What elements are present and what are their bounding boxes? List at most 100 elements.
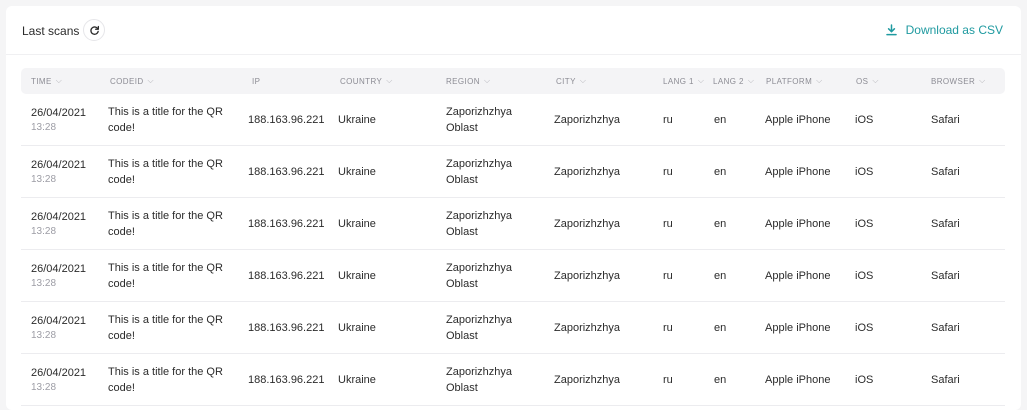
platform-cell: Apple iPhone bbox=[765, 373, 831, 386]
region-cell: Zaporizhzhya Oblast bbox=[446, 313, 513, 342]
table-row[interactable]: 26/04/2021 13:28 This is a title for the Q… bbox=[21, 146, 1005, 198]
codeid-cell: This is a title for the QR code! bbox=[108, 313, 223, 342]
codeid-cell: This is a title for the QR code! bbox=[108, 105, 223, 134]
download-csv-label: Download as CSV bbox=[905, 23, 1003, 37]
column-header-label: LANG 1 bbox=[663, 76, 694, 86]
region-cell: Zaporizhzhya Oblast bbox=[446, 365, 513, 394]
platform-cell: Apple iPhone bbox=[765, 321, 831, 334]
chevron-down-icon: ⌵ bbox=[579, 76, 587, 85]
browser-cell: Safari bbox=[931, 165, 960, 178]
ip-cell: 188.163.96.221 bbox=[248, 269, 325, 282]
column-header-label: OS bbox=[856, 76, 869, 86]
browser-cell: Safari bbox=[931, 217, 960, 230]
time-cell: 26/04/2021 13:28 bbox=[31, 198, 101, 249]
codeid-cell: This is a title for the QR code! bbox=[108, 157, 223, 186]
table-row[interactable]: 26/04/2021 13:28 This is a title for the Q… bbox=[21, 250, 1005, 302]
region-cell: Zaporizhzhya Oblast bbox=[446, 157, 513, 186]
browser-cell: Safari bbox=[931, 113, 960, 126]
os-cell: iOS bbox=[855, 165, 874, 178]
browser-cell: Safari bbox=[931, 321, 960, 334]
ip-cell: 188.163.96.221 bbox=[248, 113, 325, 126]
codeid-cell: This is a title for the QR code! bbox=[108, 365, 223, 394]
column-header-lang1[interactable]: LANG 1 ⌵ bbox=[663, 68, 704, 94]
ip-cell: 188.163.96.221 bbox=[248, 321, 325, 334]
table-row[interactable]: 26/04/2021 13:28 This is a title for the Q… bbox=[21, 302, 1005, 354]
ip-cell: 188.163.96.221 bbox=[248, 217, 325, 230]
table-row[interactable]: 26/04/2021 13:28 This is a title for the Q… bbox=[21, 94, 1005, 146]
chevron-down-icon: ⌵ bbox=[386, 76, 393, 85]
lang2-cell: en bbox=[714, 321, 727, 334]
refresh-icon bbox=[89, 25, 99, 35]
city-cell: Zaporizhzhya bbox=[554, 373, 621, 386]
column-header-label: TIME bbox=[31, 76, 52, 86]
column-header-label: LANG 2 bbox=[713, 76, 744, 86]
chevron-down-icon: ⌵ bbox=[816, 76, 823, 85]
table-row[interactable]: 26/04/2021 13:28 This is a title for the Q… bbox=[21, 198, 1005, 250]
os-cell: iOS bbox=[855, 113, 874, 126]
platform-cell: Apple iPhone bbox=[765, 165, 831, 178]
city-cell: Zaporizhzhya bbox=[554, 269, 621, 282]
column-header-label: IP bbox=[252, 76, 261, 86]
lang1-cell: ru bbox=[663, 165, 673, 178]
lang2-cell: en bbox=[714, 269, 727, 282]
country-cell: Ukraine bbox=[338, 373, 376, 386]
lang2-cell: en bbox=[714, 217, 727, 230]
platform-cell: Apple iPhone bbox=[765, 269, 831, 282]
chevron-down-icon: ⌵ bbox=[747, 76, 755, 85]
time-cell: 26/04/2021 13:28 bbox=[31, 94, 101, 145]
lang1-cell: ru bbox=[663, 373, 673, 386]
lang2-cell: en bbox=[714, 373, 727, 386]
lang1-cell: ru bbox=[663, 113, 673, 126]
column-header-city[interactable]: CITY ⌵ bbox=[556, 68, 586, 94]
scan-time: 13:28 bbox=[31, 173, 57, 185]
column-header-os[interactable]: OS ⌵ bbox=[856, 68, 879, 94]
column-header-country[interactable]: COUNTRY ⌵ bbox=[340, 68, 393, 94]
table-header: TIME ⌵ CODEID ⌵ IP COUNTRY ⌵ REGION ⌵ CITY ⌵ LANG 1… bbox=[21, 68, 1005, 94]
download-icon bbox=[885, 24, 897, 36]
column-header-label: CITY bbox=[556, 76, 576, 86]
os-cell: iOS bbox=[855, 269, 874, 282]
lang1-cell: ru bbox=[663, 321, 673, 334]
time-cell: 26/04/2021 13:28 bbox=[31, 250, 101, 301]
lang1-cell: ru bbox=[663, 269, 673, 282]
scan-date: 26/04/2021 bbox=[31, 158, 87, 171]
column-header-codeid[interactable]: CODEID ⌵ bbox=[110, 68, 154, 94]
scan-time: 13:28 bbox=[31, 277, 57, 289]
column-header-time[interactable]: TIME ⌵ bbox=[31, 68, 62, 94]
column-header-label: REGION bbox=[446, 76, 480, 86]
time-cell: 26/04/2021 13:28 bbox=[31, 146, 101, 197]
download-csv-button[interactable]: Download as CSV bbox=[885, 23, 1003, 37]
city-cell: Zaporizhzhya bbox=[554, 217, 621, 230]
city-cell: Zaporizhzhya bbox=[554, 321, 621, 334]
scan-date: 26/04/2021 bbox=[31, 106, 87, 119]
column-header-lang2[interactable]: LANG 2 ⌵ bbox=[713, 68, 754, 94]
refresh-button[interactable] bbox=[83, 19, 105, 41]
os-cell: iOS bbox=[855, 373, 874, 386]
column-header-label: PLATFORM bbox=[766, 76, 813, 86]
ip-cell: 188.163.96.221 bbox=[248, 373, 325, 386]
chevron-down-icon: ⌵ bbox=[55, 76, 63, 85]
browser-cell: Safari bbox=[931, 373, 960, 386]
scan-time: 13:28 bbox=[31, 329, 57, 341]
chevron-down-icon: ⌵ bbox=[979, 76, 986, 85]
lang1-cell: ru bbox=[663, 217, 673, 230]
region-cell: Zaporizhzhya Oblast bbox=[446, 105, 513, 134]
last-scans-card: Last scans Download as CSV TIME ⌵ CODEID ⌵ I… bbox=[6, 6, 1021, 410]
os-cell: iOS bbox=[855, 321, 874, 334]
column-header-label: BROWSER bbox=[931, 76, 976, 86]
column-header-ip[interactable]: IP bbox=[252, 68, 260, 94]
column-header-browser[interactable]: BROWSER ⌵ bbox=[931, 68, 986, 94]
scan-date: 26/04/2021 bbox=[31, 210, 87, 223]
country-cell: Ukraine bbox=[338, 321, 376, 334]
column-header-region[interactable]: REGION ⌵ bbox=[446, 68, 490, 94]
region-cell: Zaporizhzhya Oblast bbox=[446, 261, 513, 290]
platform-cell: Apple iPhone bbox=[765, 217, 831, 230]
column-header-label: CODEID bbox=[110, 76, 144, 86]
chevron-down-icon: ⌵ bbox=[483, 76, 491, 85]
platform-cell: Apple iPhone bbox=[765, 113, 831, 126]
ip-cell: 188.163.96.221 bbox=[248, 165, 325, 178]
codeid-cell: This is a title for the QR code! bbox=[108, 261, 223, 290]
table-row[interactable]: 26/04/2021 13:28 This is a title for the Q… bbox=[21, 354, 1005, 406]
column-header-platform[interactable]: PLATFORM ⌵ bbox=[766, 68, 823, 94]
country-cell: Ukraine bbox=[338, 269, 376, 282]
